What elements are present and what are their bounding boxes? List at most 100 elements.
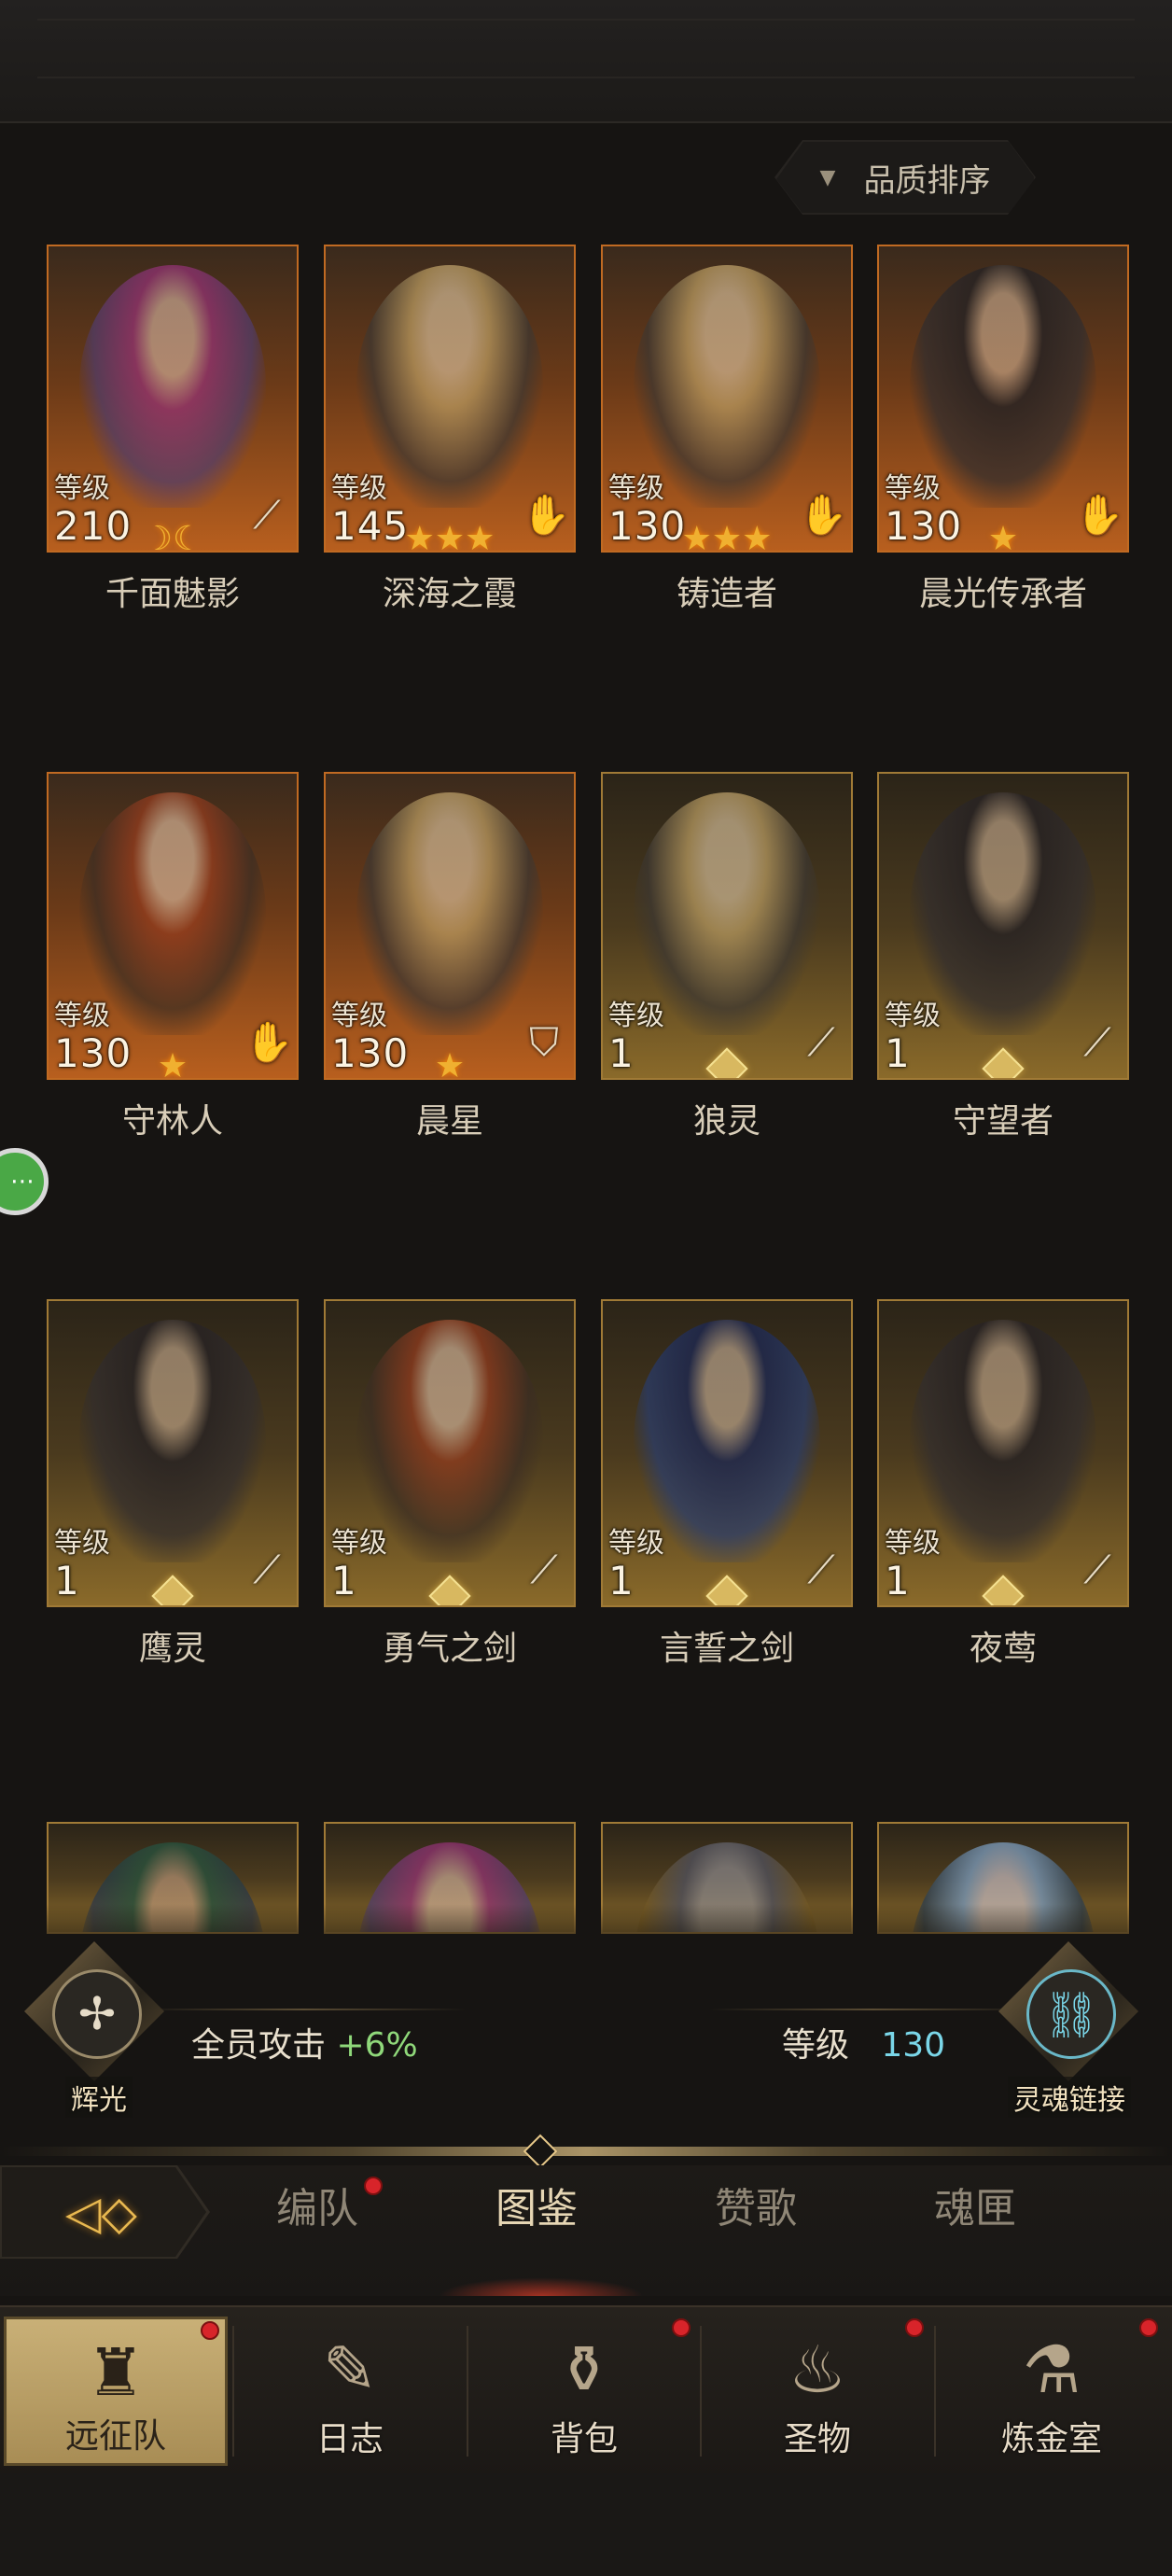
rank-gem-icon: [705, 1047, 748, 1078]
level-label: 等级: [54, 1527, 110, 1560]
rank-gem-icon: [982, 1575, 1025, 1605]
level-value: 1: [885, 1030, 911, 1076]
rank-star-icon: ★: [157, 1047, 188, 1080]
knot-ornament: [37, 19, 1135, 78]
hero-name: 铸造者: [676, 575, 777, 613]
hero-name: 言誓之剑: [659, 1630, 794, 1668]
level-value: 130: [331, 1030, 410, 1076]
rank-gem-icon: [151, 1575, 194, 1605]
level-label: 等级: [608, 1527, 664, 1560]
dropdown-arrow-icon: ▼: [819, 165, 836, 189]
soul-link-icon: ⛓: [1026, 1969, 1116, 2059]
sword-icon: ⟋: [253, 1547, 281, 1592]
hero-card[interactable]: 等级 130 ✋ ★★★: [601, 245, 853, 553]
hero-card[interactable]: 等级 1 ⟋: [324, 1299, 576, 1607]
back-arrow-icon[interactable]: ◁◇: [65, 2186, 137, 2240]
sword-icon: ⟋: [807, 1547, 835, 1592]
rank-star-icon: ★★★: [404, 520, 495, 553]
tab-3[interactable]: 魂匣: [891, 2175, 1059, 2234]
hero-card[interactable]: 等级 130 ⛉ ★: [324, 772, 576, 1080]
chat-bubble-button[interactable]: ⋯: [0, 1148, 49, 1215]
hand-icon: ✋: [1075, 492, 1124, 538]
rank-star-icon: ★★★: [681, 520, 773, 553]
level-value: 210: [54, 503, 133, 549]
level-label: 等级: [608, 1000, 664, 1032]
level-label: 等级: [331, 1000, 387, 1032]
nav-separator: [232, 2326, 234, 2457]
bonus-line-left: [140, 2009, 467, 2010]
notification-dot: [672, 2318, 691, 2337]
hero-card[interactable]: 等级 1 ⟋: [877, 772, 1129, 1080]
hero-card[interactable]: 等级 1 ⟋: [601, 772, 853, 1080]
torch-icon: ♨: [788, 2331, 847, 2408]
helmet-icon: ♜: [86, 2334, 146, 2411]
hero-card[interactable]: 等级 1 ⟋: [601, 1299, 853, 1607]
level-value: 130: [881, 2026, 946, 2065]
level-label: 等级: [608, 472, 664, 505]
level-label: 等级: [331, 472, 387, 505]
nav-item-3[interactable]: ♨ 圣物: [705, 2317, 929, 2466]
rank-star-icon: ★: [987, 520, 1019, 553]
notification-dot: [364, 2177, 383, 2195]
hero-card[interactable]: 等级 210 ⟋ ☽☾: [47, 245, 299, 553]
chat-icon: ⋯: [10, 1168, 35, 1196]
bottom-nav: ♜ 远征队 ✎ 日志 ⚱ 背包 ♨ 圣物 ⚗ 炼金室: [0, 2305, 1172, 2475]
soul-link-level: 等级 130: [782, 2018, 945, 2066]
tab-1[interactable]: 图鉴: [453, 2175, 621, 2234]
rank-gem-icon: [982, 1047, 1025, 1078]
hero-card[interactable]: 等级 1 ⟋: [877, 1299, 1129, 1607]
hero-name: 勇气之剑: [382, 1630, 517, 1668]
hero-name: 晨星: [415, 1102, 483, 1141]
hero-name: 狼灵: [692, 1102, 760, 1141]
bottom-band: [0, 2473, 1172, 2576]
quality-sort-button[interactable]: ▼ 品质排序: [774, 140, 1036, 215]
hero-card[interactable]: 等级 130 ✋ ★: [877, 245, 1129, 553]
hero-name: 鹰灵: [138, 1630, 206, 1668]
rank-moon-icon: ☽☾: [142, 520, 203, 553]
top-banner: [0, 0, 1172, 123]
hero-card[interactable]: 等级 1 ⟋: [47, 1299, 299, 1607]
bonus-value: +6%: [336, 2026, 418, 2065]
nav-label: 远征队: [64, 2417, 166, 2456]
level-value: 130: [885, 503, 963, 549]
hero-name: 深海之霞: [382, 575, 517, 613]
level-label: 等级: [885, 1000, 941, 1032]
level-value: 130: [608, 503, 687, 549]
level-value: 145: [331, 503, 410, 549]
bonus-bar: ✢ 辉光 全员攻击 +6% 等级 130 ⛓ 灵魂链接: [0, 1941, 1172, 2128]
sword-icon: ⟋: [1083, 1547, 1111, 1592]
nav-separator: [700, 2326, 702, 2457]
hand-icon: ✋: [522, 492, 571, 538]
nav-separator: [467, 2326, 468, 2457]
notification-dot: [201, 2321, 219, 2340]
all-attack-label: 全员攻击 +6%: [191, 2018, 418, 2066]
soul-link-caption: 灵魂链接: [1008, 2077, 1131, 2118]
hand-icon: ✋: [244, 1019, 294, 1065]
radiance-caption: 辉光: [65, 2077, 133, 2118]
sword-icon: ⟋: [807, 1019, 835, 1065]
shield-icon: ⛉: [529, 1019, 559, 1065]
hero-card[interactable]: 等级 130 ✋ ★: [47, 772, 299, 1080]
nav-label: 圣物: [783, 2420, 851, 2458]
level-value: 1: [608, 1030, 635, 1076]
level-value: 1: [54, 1558, 80, 1603]
active-tab-glow: [439, 2277, 644, 2296]
sort-label: 品质排序: [863, 161, 991, 200]
nav-item-4[interactable]: ⚗ 炼金室: [940, 2317, 1164, 2466]
rank-gem-icon: [428, 1575, 471, 1605]
bonus-text: 全员攻击: [191, 2026, 327, 2065]
bonus-line-right: [709, 2009, 1036, 2010]
nav-item-0[interactable]: ♜ 远征队: [4, 2317, 228, 2466]
level-label: 等级: [782, 2026, 850, 2065]
tab-2[interactable]: 赞歌: [672, 2175, 840, 2234]
nav-item-2[interactable]: ⚱ 背包: [472, 2317, 696, 2466]
hero-name: 晨光传承者: [918, 575, 1087, 613]
level-label: 等级: [54, 1000, 110, 1032]
level-label: 等级: [331, 1527, 387, 1560]
level-value: 130: [54, 1030, 133, 1076]
level-label: 等级: [885, 472, 941, 505]
sword-icon: ⟋: [530, 1547, 558, 1592]
hero-name: 守林人: [121, 1102, 223, 1141]
hero-card[interactable]: 等级 145 ✋ ★★★: [324, 245, 576, 553]
nav-item-1[interactable]: ✎ 日志: [238, 2317, 462, 2466]
